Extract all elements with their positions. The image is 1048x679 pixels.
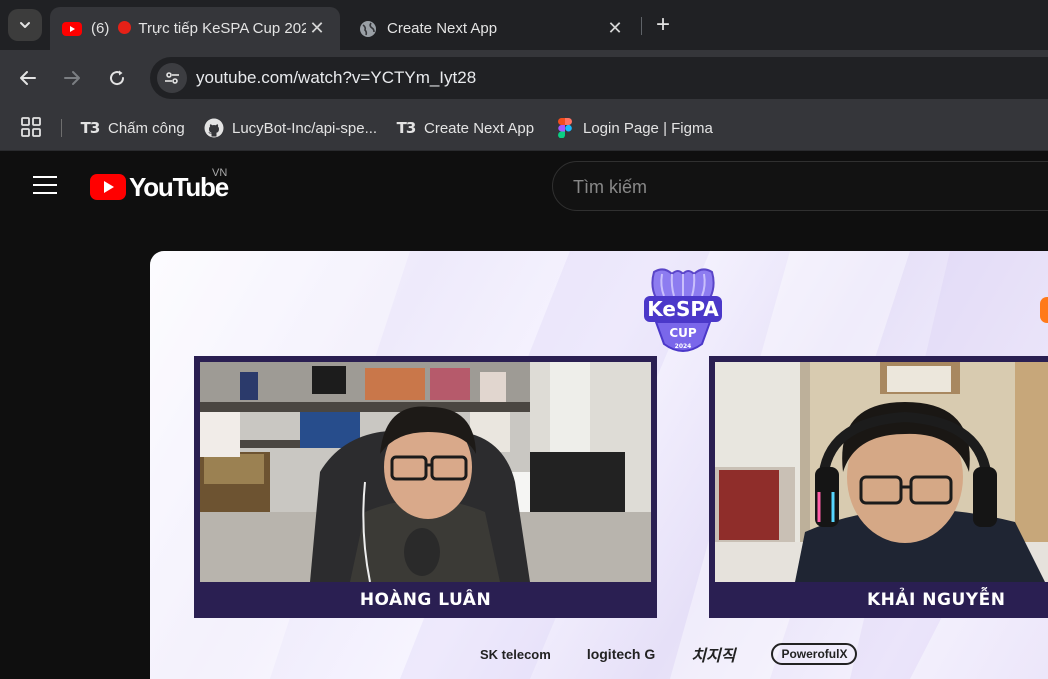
kespa-cup-logo: KeSPA CUP 2024 bbox=[644, 268, 722, 352]
svg-text:KeSPA: KeSPA bbox=[647, 297, 719, 321]
tab-create-next-app[interactable]: Create Next App ✕ bbox=[346, 7, 638, 50]
sponsor-logos: SK telecom logitech G 치지직 PowerofulX bbox=[480, 639, 893, 669]
browser-toolbar: youtube.com/watch?v=YCTYm_Iyt28 bbox=[0, 50, 1048, 105]
sponsor-chzzk: 치지직 bbox=[691, 648, 736, 665]
back-button[interactable] bbox=[14, 64, 42, 92]
country-code: VN bbox=[212, 167, 228, 179]
figma-icon bbox=[555, 118, 575, 138]
bookmarks-bar: T3 Chấm công LucyBot-Inc/api-spe... T3 C… bbox=[0, 105, 1048, 151]
bookmark-label: Login Page | Figma bbox=[583, 119, 713, 137]
webcam-feed-right bbox=[715, 362, 1048, 582]
orange-overlay-tab bbox=[1040, 297, 1048, 323]
bookmark-cham-cong[interactable]: T3 Chấm công bbox=[80, 115, 185, 141]
tab-title: (6) Trực tiếp KeSPA Cup 2024 bbox=[91, 20, 306, 37]
search-input[interactable] bbox=[573, 174, 1013, 200]
svg-text:2024: 2024 bbox=[675, 343, 692, 350]
youtube-logo[interactable]: YouTube bbox=[90, 172, 229, 202]
bookmark-create-next-app[interactable]: T3 Create Next App bbox=[396, 115, 534, 141]
youtube-play-icon bbox=[90, 174, 126, 200]
tab-youtube[interactable]: (6) Trực tiếp KeSPA Cup 2024 ✕ bbox=[50, 7, 340, 50]
arrow-right-icon bbox=[64, 71, 80, 85]
youtube-icon bbox=[62, 19, 82, 39]
caster-cam-left: HOÀNG LUÂN bbox=[194, 356, 657, 618]
hamburger-icon bbox=[33, 176, 57, 178]
chevron-down-icon bbox=[20, 22, 30, 28]
caster-cam-right: KHẢI NGUYỄN bbox=[709, 356, 1048, 618]
guide-menu-button[interactable] bbox=[33, 176, 57, 196]
video-player[interactable]: KeSPA CUP 2024 HOÀNG LUÂN KHẢI NGUYỄN SK… bbox=[150, 251, 1048, 679]
site-info-button[interactable] bbox=[157, 63, 187, 93]
new-tab-button[interactable]: + bbox=[648, 10, 678, 40]
svg-text:CUP: CUP bbox=[669, 326, 697, 340]
arrow-left-icon bbox=[20, 71, 36, 85]
github-icon bbox=[204, 118, 224, 138]
tab-divider bbox=[641, 17, 642, 35]
globe-icon bbox=[358, 19, 378, 39]
caster-name-right: KHẢI NGUYỄN bbox=[709, 582, 1048, 618]
tune-icon bbox=[165, 72, 179, 84]
browser-tab-bar: (6) Trực tiếp KeSPA Cup 2024 ✕ Create Ne… bbox=[0, 0, 1048, 50]
bookmark-lucybot[interactable]: LucyBot-Inc/api-spe... bbox=[204, 115, 377, 141]
t3-icon: T3 bbox=[396, 119, 417, 137]
sponsor-sk-telecom: SK telecom bbox=[480, 646, 551, 662]
t3-icon: T3 bbox=[80, 119, 101, 137]
search-box[interactable] bbox=[552, 161, 1048, 211]
bookmark-figma[interactable]: Login Page | Figma bbox=[555, 115, 713, 141]
webcam-feed-left bbox=[200, 362, 651, 582]
bookmark-separator bbox=[61, 119, 62, 137]
live-dot-icon bbox=[117, 21, 131, 34]
bookmark-label: Chấm công bbox=[108, 119, 185, 137]
close-tab-icon[interactable]: ✕ bbox=[604, 18, 626, 39]
apps-grid-icon[interactable] bbox=[20, 116, 44, 140]
youtube-page: YouTube VN KeSPA CUP 2024 bbox=[0, 151, 1048, 679]
tab-title: Create Next App bbox=[387, 20, 498, 37]
reload-icon bbox=[110, 70, 125, 86]
reload-button[interactable] bbox=[103, 64, 131, 92]
sponsor-powerofulx: PowerofulX bbox=[771, 643, 858, 665]
bookmark-label: Create Next App bbox=[424, 119, 535, 137]
address-bar[interactable]: youtube.com/watch?v=YCTYm_Iyt28 bbox=[150, 57, 1048, 99]
sponsor-logitech: logitech G bbox=[586, 646, 656, 662]
forward-button[interactable] bbox=[58, 64, 86, 92]
bookmark-label: LucyBot-Inc/api-spe... bbox=[232, 119, 378, 137]
url-text[interactable]: youtube.com/watch?v=YCTYm_Iyt28 bbox=[196, 68, 476, 88]
caster-name-left: HOÀNG LUÂN bbox=[194, 582, 657, 618]
tab-search-button[interactable] bbox=[8, 9, 42, 41]
close-tab-icon[interactable]: ✕ bbox=[306, 18, 328, 39]
